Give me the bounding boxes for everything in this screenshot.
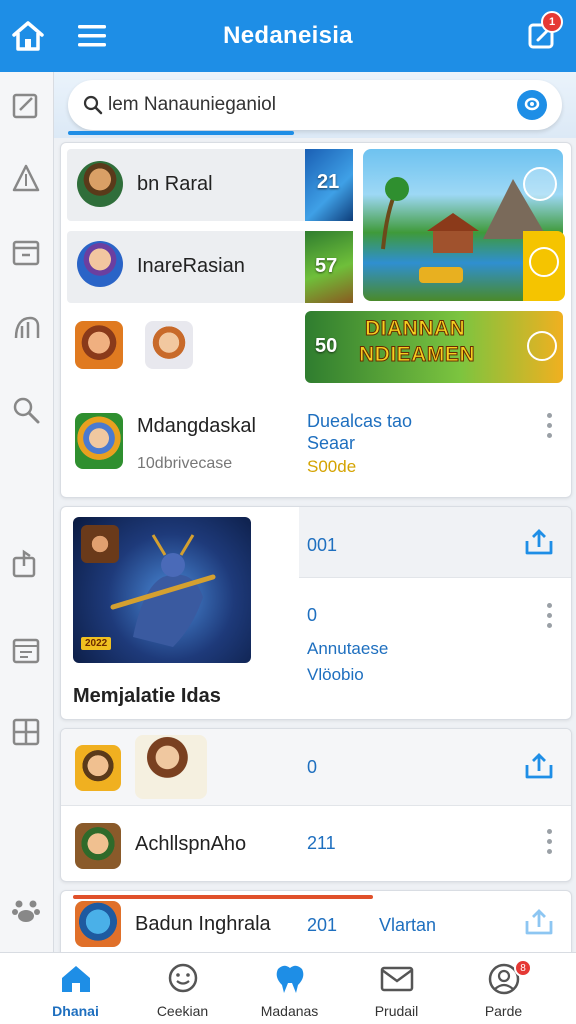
export-icon[interactable] xyxy=(10,548,42,580)
character-avatar xyxy=(75,745,121,791)
paw-icon[interactable] xyxy=(10,894,42,926)
search-bar[interactable]: lem Nanaunieganiol xyxy=(68,80,562,130)
character-avatar xyxy=(75,413,123,469)
item-link[interactable]: Annutaese xyxy=(307,639,388,659)
character-avatar xyxy=(75,321,123,369)
character-avatar xyxy=(145,321,193,369)
item-link[interactable]: Vlartan xyxy=(379,915,436,936)
nav-chat[interactable]: Ceekian xyxy=(125,953,240,1024)
search-input[interactable]: lem Nanaunieganiol xyxy=(108,94,276,116)
app-title: Nedaneisia xyxy=(223,22,353,49)
search-progress-bar xyxy=(68,131,294,135)
music-icon[interactable] xyxy=(10,312,42,344)
search-icon xyxy=(83,95,103,115)
nav-label: Prudail xyxy=(374,1003,419,1019)
nav-label: Dhanai xyxy=(52,1003,99,1019)
avatar xyxy=(77,241,123,287)
calendar-icon[interactable] xyxy=(10,634,42,666)
share-icon[interactable] xyxy=(523,907,555,937)
nav-profile[interactable]: 8 Parde xyxy=(446,953,561,1024)
accent-bar xyxy=(73,895,373,899)
banner-title-line1: DIANNAN xyxy=(364,317,466,341)
list-card: Badun Inghrala 201 Vlartan xyxy=(60,890,572,960)
item-subtitle: 10dbrivecase xyxy=(137,455,233,472)
chat-bubble-icon[interactable] xyxy=(527,331,557,361)
item-name[interactable]: Mdangdaskal xyxy=(137,415,256,438)
item-avatar xyxy=(75,901,121,947)
item-count: 21 xyxy=(317,171,340,193)
share-icon[interactable] xyxy=(523,527,555,557)
featured-game-card: 2022 Memjalatie Idas 001 0 Annutaese Vlö… xyxy=(60,506,572,720)
nav-mail[interactable]: Prudail xyxy=(339,953,454,1024)
stat-value: 201 xyxy=(307,915,338,935)
triangle-icon[interactable] xyxy=(10,162,42,194)
voice-search-button[interactable] xyxy=(517,90,547,120)
app-header: Nedaneisia 1 xyxy=(0,0,576,72)
bottom-navigation: Dhanai Ceekian Madanas Prudail 8 Parde xyxy=(0,952,576,1024)
sidebar xyxy=(0,72,54,952)
character-portrait xyxy=(135,735,207,799)
featured-card: bn Raral 21 InareRasian 57 DIANNAN NDIEA… xyxy=(60,142,572,498)
grid-icon[interactable] xyxy=(10,716,42,748)
mail-icon xyxy=(380,966,414,992)
item-price: S00de xyxy=(307,457,357,476)
more-options-icon[interactable] xyxy=(546,413,552,439)
item-name[interactable]: AchllspnAho xyxy=(135,833,246,856)
edit-doc-icon[interactable] xyxy=(10,90,42,122)
stat-value: 211 xyxy=(307,833,336,853)
more-options-icon[interactable] xyxy=(546,829,552,855)
item-link[interactable]: Vlöobio xyxy=(307,665,364,685)
item-count: 50 xyxy=(315,335,338,357)
item-name[interactable]: InareRasian xyxy=(137,255,245,278)
game-banner[interactable]: DIANNAN NDIEAMEN xyxy=(305,311,563,383)
tooth-icon xyxy=(276,965,304,993)
chat-bubble-icon[interactable] xyxy=(523,167,557,201)
nav-label: Madanas xyxy=(260,1003,319,1019)
home-icon xyxy=(62,966,90,992)
character-avatar xyxy=(75,823,121,869)
item-link[interactable]: Duealcas tao xyxy=(307,411,412,432)
nav-home[interactable]: Dhanai xyxy=(18,953,133,1024)
nav-label: Parde xyxy=(484,1003,523,1019)
search-sidebar-icon[interactable] xyxy=(10,394,42,426)
item-name[interactable]: Badun Inghrala xyxy=(135,913,271,936)
more-options-icon[interactable] xyxy=(546,603,552,629)
item-name[interactable]: bn Raral xyxy=(137,173,213,196)
chat-bubble-icon[interactable] xyxy=(529,247,559,277)
game-art-image[interactable]: 2022 xyxy=(73,517,251,663)
mini-avatar xyxy=(81,525,119,563)
stat-value: 0 xyxy=(307,757,318,777)
avatar xyxy=(77,161,123,207)
item-link[interactable]: Seaar xyxy=(307,433,355,454)
archive-icon[interactable] xyxy=(10,236,42,268)
nav-badge: 8 xyxy=(514,959,532,977)
item-count: 57 xyxy=(315,255,338,277)
art-badge: 2022 xyxy=(81,637,112,650)
chat-smile-icon xyxy=(168,963,198,993)
stat-value: 0 xyxy=(307,605,318,625)
banner-title-line2: NDIEAMEN xyxy=(358,343,476,367)
share-icon[interactable] xyxy=(523,751,555,781)
game-title[interactable]: Memjalatie Idas xyxy=(73,685,221,708)
notification-badge: 1 xyxy=(541,11,563,33)
divider xyxy=(299,577,571,578)
list-card: 0 AchllspnAho 211 xyxy=(60,728,572,882)
nav-tooth[interactable]: Madanas xyxy=(232,953,347,1024)
nav-label: Ceekian xyxy=(156,1003,209,1019)
mic-icon xyxy=(524,97,540,111)
stat-value: 001 xyxy=(307,535,338,555)
divider xyxy=(61,805,571,806)
